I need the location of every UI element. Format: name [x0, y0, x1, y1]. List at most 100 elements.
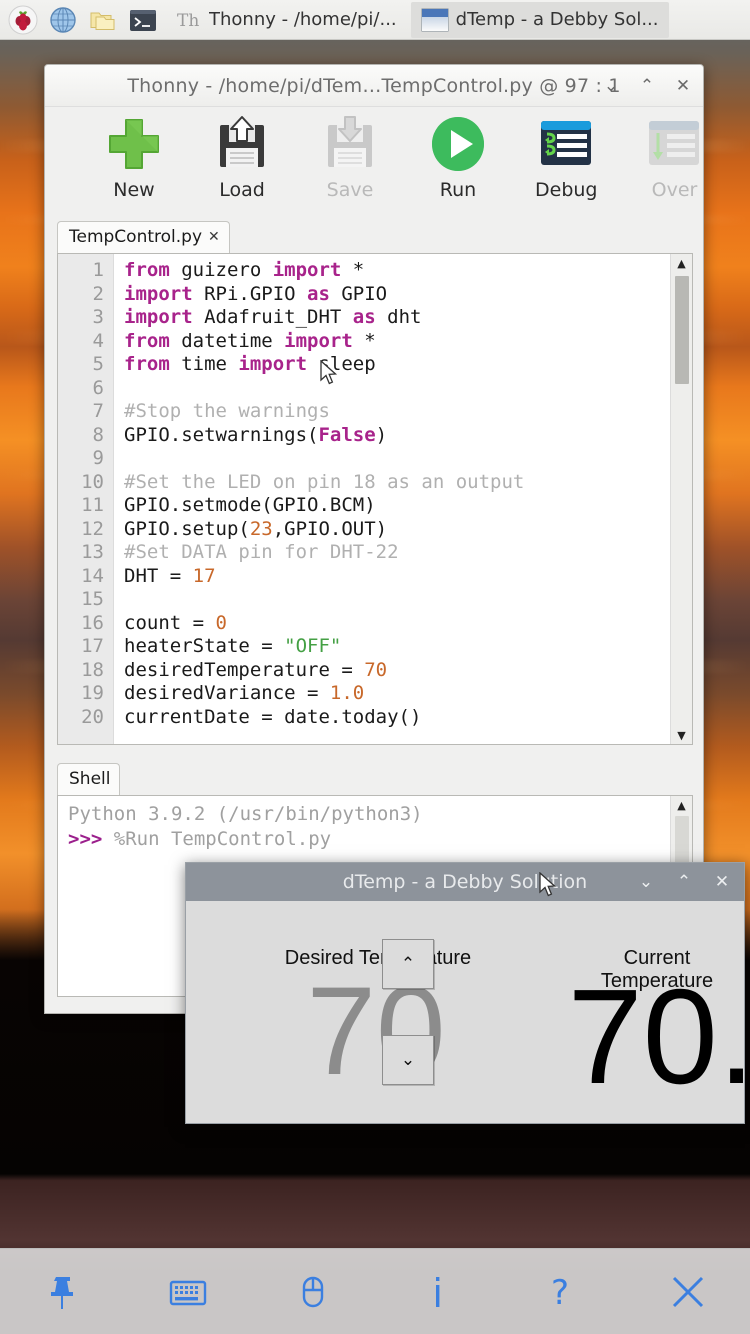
new-button-label: New: [113, 179, 155, 201]
thonny-window-title: Thonny - /home/pi/dTem…TempControl.py @ …: [127, 74, 621, 97]
editor-tab-tempcontrol[interactable]: TempControl.py ✕: [57, 221, 230, 253]
line-number: 9: [92, 447, 104, 469]
code-line: GPIO.setwarnings(False): [124, 423, 388, 446]
run-button[interactable]: Run: [427, 113, 489, 201]
file-manager-icon[interactable]: [88, 5, 118, 35]
dtemp-titlebar[interactable]: dTemp - a Debby Solution ⌄ ⌃ ✕: [186, 863, 744, 901]
code-line: from time import sleep: [124, 353, 376, 375]
raspberry-menu-icon[interactable]: [8, 5, 38, 35]
line-number: 19: [81, 682, 104, 704]
code-text[interactable]: from guizero import * import RPi.GPIO as …: [114, 254, 692, 744]
shell-tabstrip: Shell: [57, 759, 693, 795]
run-button-label: Run: [439, 179, 477, 201]
bottom-toolbar: ?: [0, 1248, 750, 1334]
new-button[interactable]: New: [103, 113, 165, 201]
maximize-icon[interactable]: ⌃: [637, 76, 657, 96]
line-number: 18: [81, 658, 104, 681]
plus-icon: [103, 113, 165, 175]
svg-text:?: ?: [551, 1273, 569, 1313]
editor-notebook: TempControl.py ✕ 1 2 3 4 5 6 7 8 9 10 11 12 13 14 15 16…: [57, 217, 693, 745]
line-number: 5: [92, 353, 104, 375]
mouse-icon[interactable]: [281, 1260, 345, 1324]
code-line: #Set the LED on pin 18 as an output: [124, 470, 525, 493]
decrease-temperature-button[interactable]: ⌄: [382, 1035, 434, 1085]
editor-scroll-track[interactable]: [671, 272, 693, 726]
code-line: from datetime import *: [124, 329, 376, 352]
taskbar: Th Thonny - /home/pi/... dTemp - a Debby…: [0, 0, 750, 40]
shell-scroll-up-icon[interactable]: ▲: [671, 796, 693, 814]
code-line: count = 0: [124, 611, 227, 634]
line-number-gutter: 1 2 3 4 5 6 7 8 9 10 11 12 13 14 15 16 17 18 19 20: [58, 254, 114, 744]
code-line: DHT = 17: [124, 564, 216, 587]
dtemp-window-title: dTemp - a Debby Solution: [342, 871, 588, 893]
code-line: desiredVariance = 1.0: [124, 682, 365, 704]
line-number: 4: [92, 329, 104, 352]
line-number: 11: [81, 494, 104, 516]
play-icon: [427, 113, 489, 175]
increase-temperature-button[interactable]: ⌃: [382, 939, 434, 989]
save-button[interactable]: Save: [319, 113, 381, 201]
code-line: import RPi.GPIO as GPIO: [124, 282, 388, 305]
over-button[interactable]: Over: [643, 113, 705, 201]
step-over-icon: [643, 113, 705, 175]
scroll-down-icon[interactable]: ▼: [671, 726, 693, 744]
line-number: 8: [92, 423, 104, 446]
thonny-toolbar: New Load Save Run Debug Over: [45, 107, 703, 213]
close-icon[interactable]: ✕: [712, 872, 732, 892]
editor-scrollbar[interactable]: ▲ ▼: [670, 254, 692, 744]
code-line: #Stop the warnings: [124, 400, 330, 422]
line-number: 13: [81, 541, 104, 563]
thonny-titlebar[interactable]: Thonny - /home/pi/dTem…TempControl.py @ …: [45, 65, 703, 107]
taskbar-task-dtemp[interactable]: dTemp - a Debby Sol...: [410, 1, 669, 38]
close-icon[interactable]: [656, 1260, 720, 1324]
thonny-icon: Th: [176, 7, 202, 33]
code-line: #Set DATA pin for DHT-22: [124, 541, 399, 563]
code-editor[interactable]: 1 2 3 4 5 6 7 8 9 10 11 12 13 14 15 16 17 18 19 20 from gui…: [57, 253, 693, 745]
help-icon[interactable]: ?: [531, 1260, 595, 1324]
save-button-label: Save: [326, 179, 374, 201]
minimize-icon[interactable]: ⌄: [636, 872, 656, 892]
shell-tab[interactable]: Shell: [57, 763, 121, 795]
tab-close-icon[interactable]: ✕: [208, 229, 220, 245]
line-number: 3: [92, 306, 104, 328]
maximize-icon[interactable]: ⌃: [674, 872, 694, 892]
code-line: desiredTemperature = 70: [124, 658, 388, 681]
code-line: GPIO.setmode(GPIO.BCM): [124, 494, 376, 516]
code-line: import Adafruit_DHT as dht: [124, 306, 422, 328]
keyboard-icon[interactable]: [156, 1260, 220, 1324]
line-number: 16: [81, 611, 104, 634]
editor-tab-label: TempControl.py: [69, 227, 203, 247]
taskbar-task-thonny-label: Thonny - /home/pi/...: [209, 9, 397, 30]
line-number: 12: [81, 517, 104, 540]
shell-line: >>> %Run TempControl.py: [68, 828, 332, 850]
web-browser-icon[interactable]: [48, 5, 78, 35]
editor-scroll-thumb[interactable]: [674, 276, 689, 384]
shell-line: Python 3.9.2 (/usr/bin/python3): [68, 803, 423, 825]
terminal-icon[interactable]: [128, 5, 158, 35]
current-temperature-value: 70.9: [567, 961, 750, 1112]
scroll-up-icon[interactable]: ▲: [671, 254, 693, 272]
debug-icon: [535, 113, 597, 175]
debug-button[interactable]: Debug: [535, 113, 597, 201]
dtemp-body: Desired Temperature 70 Current Temperatu…: [186, 901, 750, 1123]
debug-button-label: Debug: [535, 179, 598, 201]
pin-icon[interactable]: [31, 1260, 95, 1324]
line-number: 20: [81, 705, 104, 728]
code-line: heaterState = "OFF": [124, 635, 342, 657]
load-button[interactable]: Load: [211, 113, 273, 201]
thonny-window-controls: ⌄ ⌃ ✕: [601, 65, 693, 107]
line-number: 6: [92, 376, 104, 399]
close-icon[interactable]: ✕: [673, 76, 693, 96]
line-number: 1: [92, 259, 104, 281]
line-number: 7: [92, 400, 104, 422]
minimize-icon[interactable]: ⌄: [601, 76, 621, 96]
taskbar-task-thonny[interactable]: Th Thonny - /home/pi/...: [166, 2, 407, 38]
dtemp-window: dTemp - a Debby Solution ⌄ ⌃ ✕ Desired T…: [185, 862, 750, 1124]
code-line: GPIO.setup(23,GPIO.OUT): [124, 517, 388, 540]
load-button-label: Load: [219, 179, 265, 201]
code-line: currentDate = date.today(): [124, 705, 422, 728]
info-icon[interactable]: [406, 1260, 470, 1324]
line-number: 17: [81, 635, 104, 657]
